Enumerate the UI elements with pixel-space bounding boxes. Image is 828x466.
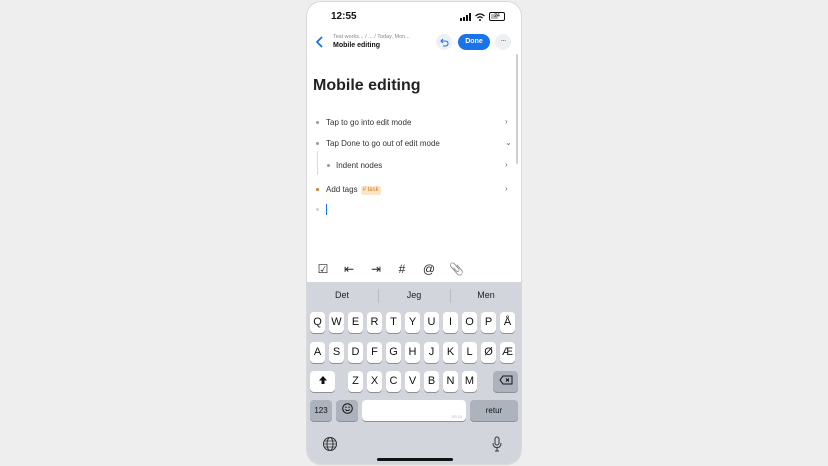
mention-icon[interactable]: @ [422, 262, 436, 276]
key[interactable]: E [348, 312, 363, 333]
nav-title: Mobile editing [333, 42, 381, 49]
tag-badge[interactable]: # task [360, 186, 381, 195]
home-indicator[interactable] [377, 458, 453, 461]
bullet-icon[interactable] [316, 121, 319, 124]
back-button[interactable] [315, 34, 329, 50]
chevron-down-icon[interactable]: ⌄ [505, 138, 512, 147]
key[interactable]: L [462, 342, 477, 363]
globe-icon [323, 437, 337, 451]
list-item[interactable]: Tap Done to go out of edit mode ⌄ [307, 137, 521, 151]
battery-icon: 24 [489, 12, 505, 21]
key[interactable]: I [443, 312, 458, 333]
key[interactable]: N [443, 371, 458, 392]
done-button[interactable]: Done [458, 34, 490, 50]
key[interactable]: F [367, 342, 382, 363]
key[interactable]: M [462, 371, 477, 392]
chevron-right-icon[interactable]: › [505, 117, 508, 126]
suggestion[interactable]: Men [451, 290, 521, 300]
node-text[interactable]: Add tags # task [326, 185, 381, 195]
undo-button[interactable] [436, 34, 452, 50]
document-title[interactable]: Mobile editing [313, 77, 421, 95]
node-label[interactable]: Add tags [326, 185, 358, 194]
space-hint: SB DI [451, 414, 462, 419]
key[interactable]: U [424, 312, 439, 333]
key[interactable]: Å [500, 312, 515, 333]
key[interactable]: K [443, 342, 458, 363]
microphone-key[interactable] [491, 436, 503, 452]
list-item[interactable]: Indent nodes › [307, 159, 521, 173]
chevron-left-icon [315, 36, 323, 48]
key[interactable]: T [386, 312, 401, 333]
emoji-key[interactable] [336, 400, 358, 421]
more-button[interactable]: ··· [495, 34, 511, 50]
key[interactable]: W [329, 312, 344, 333]
editing-toolbar: ☑ ⇤ ⇥ # @ 📎 [307, 260, 521, 280]
key[interactable]: S [329, 342, 344, 363]
node-text[interactable]: Tap to go into edit mode [326, 118, 411, 127]
shift-icon [318, 376, 327, 384]
key[interactable]: Q [310, 312, 325, 333]
globe-key[interactable] [322, 436, 338, 452]
bullet-icon[interactable] [316, 208, 319, 211]
chevron-right-icon[interactable]: › [505, 184, 508, 193]
bullet-icon[interactable] [316, 188, 319, 191]
microphone-icon [492, 436, 502, 452]
keyboard: Det Jeg Men Q W E R T Y U I O P Å A S D … [307, 282, 521, 464]
paperclip-icon[interactable]: 📎 [449, 262, 464, 276]
nav-bar: Test works... / ... / Today, Mon... Mobi… [307, 30, 521, 56]
numbers-key[interactable]: 123 [310, 400, 332, 421]
key[interactable]: R [367, 312, 382, 333]
status-bar: 12:55 24 [307, 2, 521, 30]
backspace-icon [498, 375, 512, 385]
key[interactable]: Æ [500, 342, 515, 363]
key[interactable]: X [367, 371, 382, 392]
list-item-empty[interactable] [307, 203, 521, 217]
suggestion[interactable]: Jeg [379, 290, 449, 300]
shift-key[interactable] [310, 371, 335, 392]
node-text[interactable]: Indent nodes [336, 161, 382, 170]
list-item[interactable]: Add tags # task › [307, 183, 521, 197]
emoji-icon [341, 403, 353, 414]
phone-screen: 12:55 24 Test works... / ... / Today, Mo… [307, 2, 521, 464]
key[interactable]: Z [348, 371, 363, 392]
key[interactable]: Y [405, 312, 420, 333]
breadcrumb[interactable]: Test works... / ... / Today, Mon... [333, 34, 410, 40]
signal-icon [460, 12, 471, 21]
key[interactable]: J [424, 342, 439, 363]
bullet-icon[interactable] [316, 142, 319, 145]
key[interactable]: O [462, 312, 477, 333]
key[interactable]: C [386, 371, 401, 392]
status-time: 12:55 [331, 11, 357, 22]
checkbox-icon[interactable]: ☑ [316, 262, 330, 276]
key[interactable]: V [405, 371, 420, 392]
backspace-key[interactable] [493, 371, 518, 392]
key[interactable]: P [481, 312, 496, 333]
outdent-icon[interactable]: ⇤ [342, 262, 356, 276]
text-cursor [326, 204, 327, 215]
key[interactable]: B [424, 371, 439, 392]
wifi-icon [475, 12, 485, 21]
key[interactable]: H [405, 342, 420, 363]
undo-icon [439, 38, 449, 46]
hashtag-icon[interactable]: # [395, 262, 409, 276]
key[interactable]: G [386, 342, 401, 363]
return-key[interactable]: retur [470, 400, 518, 421]
list-item[interactable]: Tap to go into edit mode › [307, 116, 521, 130]
bullet-icon[interactable] [327, 164, 330, 167]
space-key[interactable]: SB DI [362, 400, 466, 421]
status-icons: 24 [460, 12, 505, 21]
key[interactable]: D [348, 342, 363, 363]
key[interactable]: Ø [481, 342, 496, 363]
node-text[interactable]: Tap Done to go out of edit mode [326, 139, 440, 148]
suggestion[interactable]: Det [307, 290, 377, 300]
indent-icon[interactable]: ⇥ [369, 262, 383, 276]
chevron-right-icon[interactable]: › [505, 160, 508, 169]
key[interactable]: A [310, 342, 325, 363]
